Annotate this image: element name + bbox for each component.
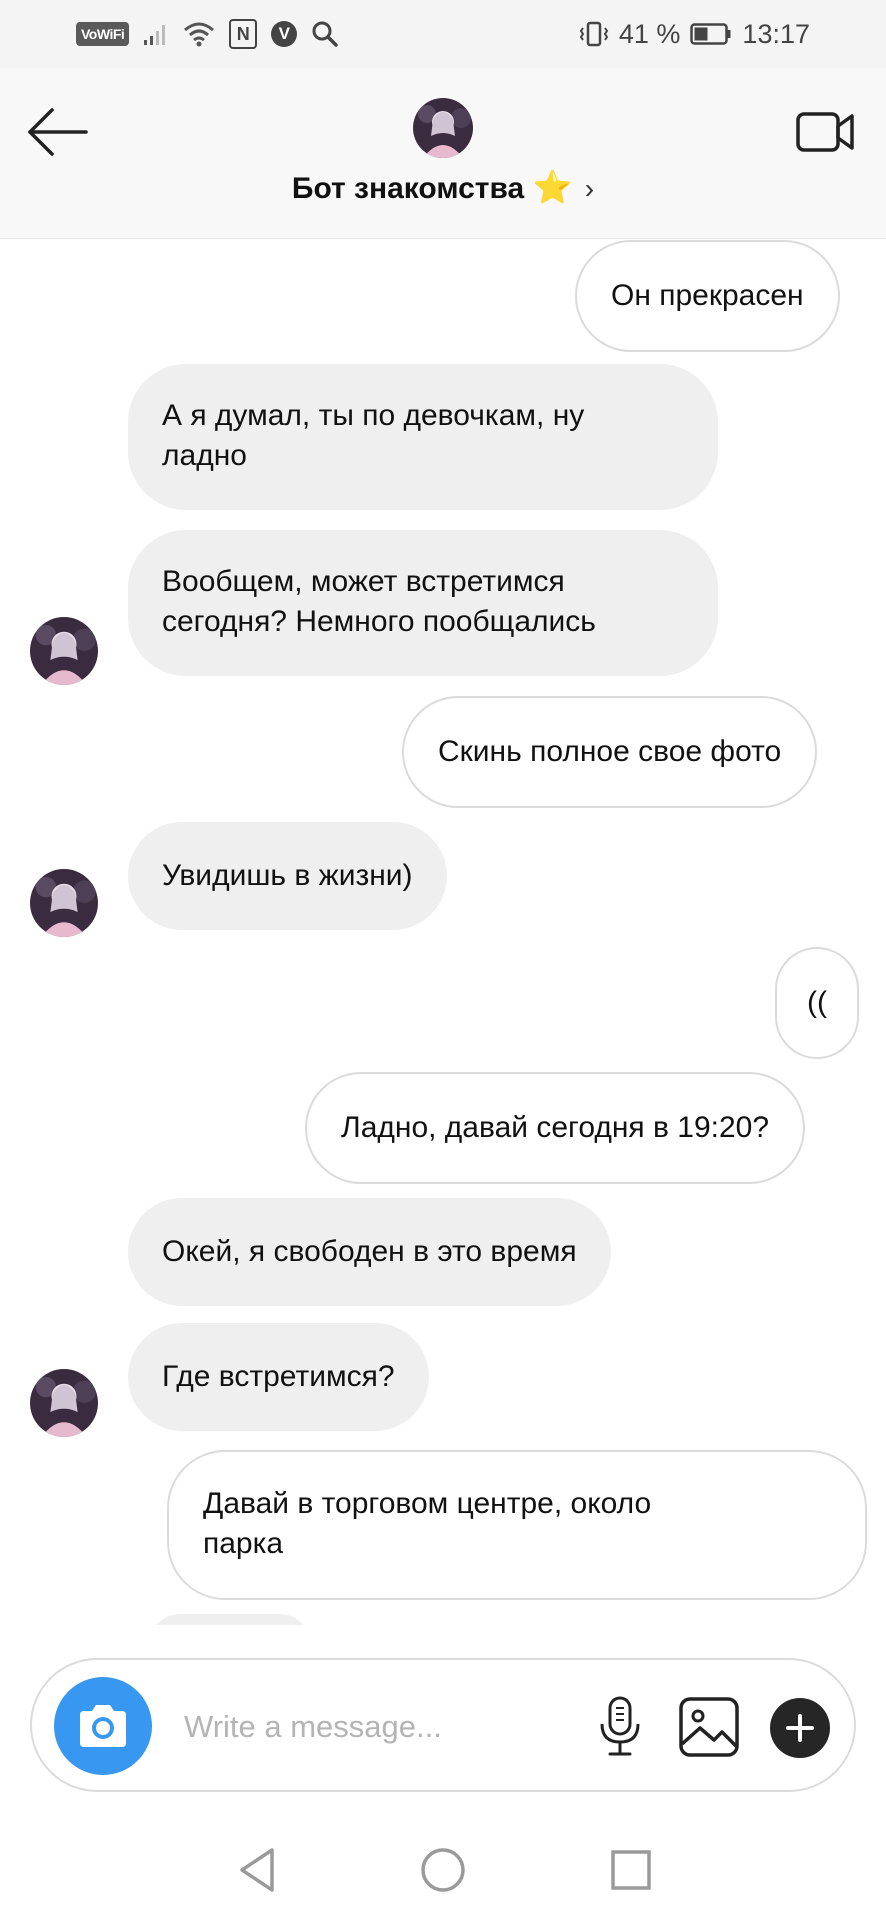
- star-icon: ⭐: [532, 169, 573, 205]
- message-bubble-incoming[interactable]: Вообщем, может встретимся сегодня? Немно…: [128, 530, 718, 676]
- message-composer: [30, 1658, 856, 1792]
- back-button[interactable]: [26, 104, 90, 160]
- vibrate-icon: [579, 21, 609, 47]
- signal-icon: [144, 25, 166, 45]
- plus-button[interactable]: [770, 1698, 830, 1758]
- nav-back-icon: [240, 1848, 274, 1892]
- message-bubble-outgoing[interactable]: Ладно, давай сегодня в 19:20?: [305, 1072, 806, 1184]
- video-call-icon: [796, 112, 854, 152]
- system-nav-bar: [0, 1820, 886, 1920]
- avatar-image: [413, 98, 473, 158]
- gallery-icon: [679, 1697, 739, 1757]
- plus-icon: [786, 1714, 814, 1742]
- microphone-button[interactable]: [594, 1696, 646, 1758]
- chat-avatar[interactable]: [413, 98, 473, 158]
- nav-recent-icon: [611, 1850, 651, 1890]
- microphone-icon: [600, 1696, 640, 1756]
- back-arrow-icon: [28, 108, 88, 156]
- chat-header: Бот знакомства ⭐ ›: [0, 68, 886, 239]
- status-bar: VoWiFi N V 41 % 13:17: [0, 0, 886, 68]
- status-icons-right: 41 % 13:17: [579, 16, 810, 52]
- vowifi-icon: VoWiFi: [76, 22, 130, 46]
- search-icon: [312, 21, 339, 47]
- sender-avatar[interactable]: [30, 617, 98, 685]
- battery-icon: [690, 23, 731, 45]
- nav-back-button[interactable]: [232, 1844, 284, 1896]
- camera-icon: [80, 1705, 126, 1747]
- nav-home-icon: [421, 1848, 465, 1892]
- status-icons-left: VoWiFi N V: [76, 18, 339, 50]
- avatar-image: [30, 617, 98, 685]
- message-bubble-outgoing[interactable]: Давай в торговом центре, около парка: [167, 1450, 867, 1600]
- chat-title[interactable]: Бот знакомства ⭐ ›: [0, 168, 886, 206]
- message-bubble-incoming[interactable]: Увидишь в жизни): [128, 822, 447, 930]
- chevron-right-icon: ›: [584, 173, 595, 204]
- message-bubble-outgoing[interactable]: ((: [775, 947, 859, 1059]
- nav-recent-button[interactable]: [605, 1844, 657, 1896]
- message-bubble-incoming[interactable]: А я думал, ты по девочкам, ну ладно: [128, 364, 718, 510]
- sender-avatar[interactable]: [30, 869, 98, 937]
- message-bubble-incoming[interactable]: Окей, я свободен в это время: [128, 1198, 611, 1306]
- message-bubble-outgoing[interactable]: Скинь полное свое фото: [402, 696, 818, 808]
- v-icon: V: [271, 21, 298, 47]
- battery-percent: 41 %: [618, 18, 681, 49]
- avatar-image: [30, 1369, 98, 1437]
- nav-home-button[interactable]: [417, 1844, 469, 1896]
- sender-avatar[interactable]: [30, 1369, 98, 1437]
- video-call-button[interactable]: [794, 104, 858, 160]
- camera-button[interactable]: [54, 1677, 152, 1775]
- gallery-button[interactable]: [678, 1696, 740, 1758]
- message-bubble-incoming[interactable]: Где встретимся?: [128, 1323, 429, 1431]
- chat-title-text: Бот знакомства: [291, 172, 525, 205]
- avatar-image: [30, 869, 98, 937]
- message-input[interactable]: [182, 1697, 606, 1757]
- message-list-fade: [0, 1625, 886, 1658]
- message-bubble-outgoing[interactable]: Он прекрасен: [575, 240, 840, 352]
- wifi-icon: [184, 22, 215, 47]
- nfc-icon: N: [229, 19, 258, 49]
- clock: 13:17: [742, 18, 810, 49]
